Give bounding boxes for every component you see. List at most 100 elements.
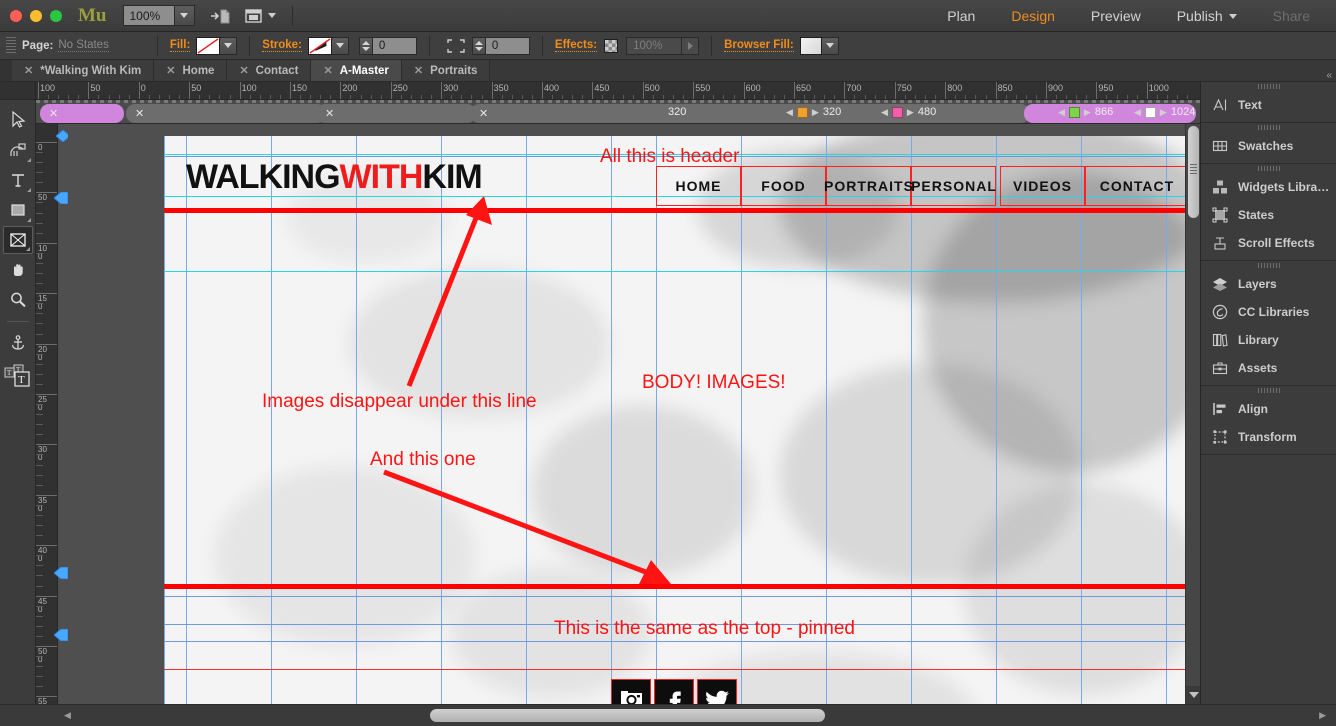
tool-expand-indicator[interactable] — [26, 218, 31, 222]
panel-item-transform[interactable]: Transform — [1201, 423, 1336, 451]
maximize-window-button[interactable] — [50, 9, 62, 22]
zoom-level-control[interactable]: 100% — [122, 5, 195, 26]
document-tab-portraits[interactable]: ✕ Portraits — [401, 60, 491, 81]
social-instagram[interactable] — [611, 679, 651, 704]
close-window-button[interactable] — [10, 9, 22, 22]
close-icon[interactable]: ✕ — [24, 64, 33, 77]
fill-swatch[interactable] — [196, 36, 221, 55]
image-placeholder-tool[interactable] — [2, 226, 33, 254]
page-states-value[interactable]: No States — [58, 39, 109, 52]
column-guide[interactable] — [526, 136, 527, 704]
horizontal-scrollbar-thumb[interactable] — [430, 709, 825, 722]
column-guide[interactable] — [1081, 136, 1082, 704]
breakpoint-marker-1024[interactable]: ◀ ▶ 1024 — [1134, 106, 1195, 118]
panel-item-swatches[interactable]: Swatches — [1201, 132, 1336, 160]
zoom-level-value[interactable]: 100% — [122, 5, 175, 26]
scroll-down-button[interactable] — [1186, 686, 1201, 704]
panel-item-assets[interactable]: Assets — [1201, 354, 1336, 382]
nav-item-food[interactable]: FOOD — [741, 178, 826, 194]
close-icon[interactable]: ✕ — [479, 107, 488, 120]
breakpoint-marker-320[interactable]: ◀ ▶ 320 — [786, 106, 841, 118]
horizontal-guide[interactable] — [164, 641, 1190, 642]
panel-item-scroll-effects[interactable]: Scroll Effects — [1201, 229, 1336, 257]
horizontal-guide[interactable] — [164, 596, 1190, 597]
window-controls[interactable] — [10, 9, 62, 22]
column-guide[interactable] — [164, 136, 165, 704]
mode-design[interactable]: Design — [993, 0, 1073, 32]
anchor-tool[interactable] — [3, 329, 33, 357]
canvas-horizontal-scrollbar[interactable]: ◀ ▶ — [0, 704, 1336, 726]
close-icon[interactable]: ✕ — [166, 64, 175, 77]
document-tab-a-master[interactable]: ✕ A-Master — [311, 60, 402, 81]
close-icon[interactable]: ✕ — [135, 107, 144, 120]
breakpoint-segment-active[interactable]: ✕ — [40, 104, 124, 123]
breakpoint-marker-866[interactable]: ◀ ▶ 866 — [1058, 106, 1113, 118]
chevron-down-icon[interactable] — [1228, 14, 1237, 20]
stepper-arrows-icon[interactable] — [358, 36, 373, 55]
nav-item-videos[interactable]: VIDEOS — [1000, 178, 1085, 194]
breakpoint-segment[interactable]: ✕ — [470, 104, 1030, 123]
column-guide[interactable] — [356, 136, 357, 704]
page-artboard[interactable]: WALKINGWITHKIM HOME FOOD PORTRAITS PERSO… — [164, 136, 1190, 704]
nav-item-personal[interactable]: PERSONAL — [909, 178, 999, 194]
column-guide[interactable] — [996, 136, 997, 704]
social-twitter[interactable] — [697, 679, 737, 704]
column-guide[interactable] — [271, 136, 272, 704]
stroke-weight-stepper[interactable]: 0 — [358, 36, 417, 55]
nav-item-portraits[interactable]: PORTRAITS — [824, 178, 914, 194]
close-icon[interactable]: ✕ — [323, 64, 332, 77]
nav-item-contact[interactable]: CONTACT — [1085, 178, 1189, 194]
close-icon[interactable]: ✕ — [325, 107, 334, 120]
vertical-ruler[interactable]: 050100150200250300350400450500550 — [36, 124, 58, 704]
document-tab-contact[interactable]: ✕ Contact — [227, 60, 312, 81]
panel-item-states[interactable]: States — [1201, 201, 1336, 229]
column-guide[interactable] — [1166, 136, 1167, 704]
panel-grip[interactable] — [1201, 164, 1336, 173]
fill-dropdown-icon[interactable] — [220, 36, 238, 55]
panel-grip[interactable] — [1201, 123, 1336, 132]
effects-swatch[interactable] — [604, 38, 619, 53]
control-bar-grip[interactable] — [6, 36, 16, 55]
scroll-right-button[interactable]: ▶ — [1319, 710, 1326, 721]
panel-item-layers[interactable]: Layers — [1201, 270, 1336, 298]
breakpoint-segment[interactable]: ✕ — [316, 104, 476, 123]
canvas-vertical-scrollbar[interactable] — [1185, 124, 1201, 704]
nav-item-home[interactable]: HOME — [656, 178, 741, 194]
social-facebook[interactable] — [654, 679, 694, 704]
column-guide[interactable] — [911, 136, 912, 704]
document-tab-walking-with-kim[interactable]: ✕ *Walking With Kim — [12, 60, 155, 81]
panel-item-library[interactable]: Library — [1201, 326, 1336, 354]
document-tab-home[interactable]: ✕ Home — [154, 60, 228, 81]
browser-preview-icon[interactable] — [244, 7, 276, 25]
breakpoint-marker-480[interactable]: ◀ ▶ 480 — [881, 106, 936, 118]
stroke-swatch[interactable] — [307, 36, 332, 55]
guide-marker-header[interactable] — [54, 192, 68, 204]
mode-publish[interactable]: Publish — [1159, 0, 1255, 32]
guide-marker-footer-top[interactable] — [54, 567, 68, 579]
close-icon[interactable]: ✕ — [239, 64, 248, 77]
tool-expand-indicator[interactable] — [26, 188, 31, 192]
text-tool[interactable] — [3, 166, 33, 194]
tab-bar-grip[interactable] — [0, 60, 12, 81]
close-icon[interactable]: ✕ — [414, 64, 423, 77]
zoom-tool[interactable] — [3, 286, 33, 314]
horizontal-ruler[interactable]: 100 50 0 50 100 150 200 250 300 350 400 450 500 550 60… — [36, 82, 1200, 100]
mode-preview[interactable]: Preview — [1073, 0, 1159, 32]
breakpoint-segment[interactable]: ✕ — [126, 104, 326, 123]
browser-fill-dropdown-icon[interactable] — [821, 36, 839, 55]
corner-radius-value[interactable]: 0 — [485, 36, 530, 55]
panel-item-cc-libraries[interactable]: CC Libraries — [1201, 298, 1336, 326]
chevron-down-icon[interactable] — [174, 5, 195, 26]
crop-tool[interactable] — [3, 136, 33, 164]
design-canvas[interactable]: WALKINGWITHKIM HOME FOOD PORTRAITS PERSO… — [68, 124, 1200, 704]
hand-tool[interactable] — [3, 256, 33, 284]
guide-gutter[interactable] — [54, 124, 70, 704]
column-guide[interactable] — [186, 136, 187, 704]
panel-grip[interactable] — [1201, 386, 1336, 395]
breakpoint-bar[interactable]: ✕ ✕ ✕ ✕ 320 ◀ ▶ 320 ◀ ▶ 480 ◀ ▶ 866 ◀ ▶ … — [36, 100, 1200, 124]
stroke-weight-value[interactable]: 0 — [372, 36, 417, 55]
minimize-window-button[interactable] — [30, 9, 42, 22]
stroke-dropdown-icon[interactable] — [331, 36, 349, 55]
selection-tool[interactable] — [3, 106, 33, 134]
text-frame-tool[interactable]: T T T — [3, 359, 33, 393]
